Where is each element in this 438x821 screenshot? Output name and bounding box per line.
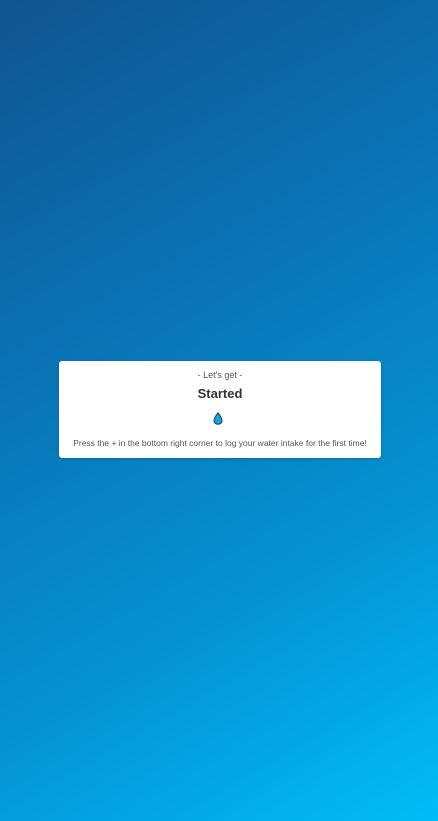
get-started-card: - Let's get - Started Press the + in the…	[59, 361, 381, 458]
water-drop-icon	[213, 411, 223, 425]
card-title: Started	[197, 386, 243, 401]
card-message: Press the + in the bottom right corner t…	[73, 438, 367, 448]
card-eyebrow: - Let's get -	[197, 370, 243, 380]
